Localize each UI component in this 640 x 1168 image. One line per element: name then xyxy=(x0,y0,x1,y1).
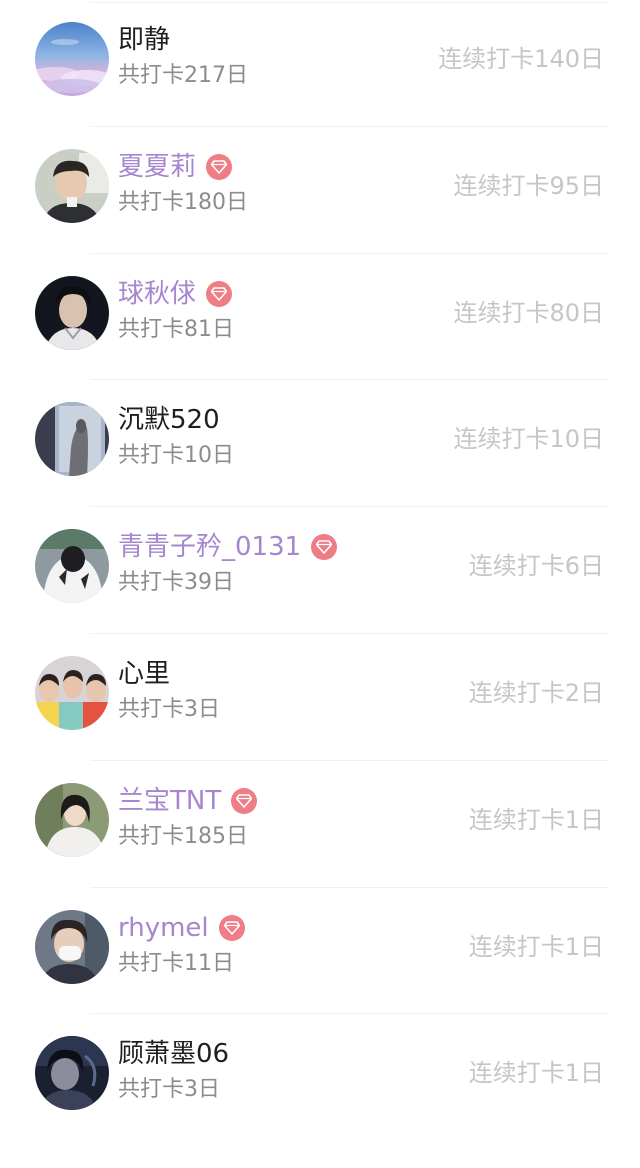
avatar-image xyxy=(35,402,109,477)
avatar-image xyxy=(35,22,109,96)
user-name[interactable]: 球秋俅 xyxy=(118,276,196,312)
streak-checkins: 连续打卡2日 xyxy=(468,678,604,707)
name-line: 心里 xyxy=(118,656,170,692)
list-item[interactable]: rhymel 共打卡11日 连续打卡1日 xyxy=(0,888,640,1015)
total-checkins: 共打卡39日 xyxy=(118,570,234,596)
user-name[interactable]: 兰宝TNT xyxy=(118,783,221,819)
user-name[interactable]: 青青子矜_0131 xyxy=(118,529,301,565)
name-line: rhymel xyxy=(118,910,245,946)
list-item[interactable]: 沉默520 共打卡10日 连续打卡10日 xyxy=(0,380,640,508)
user-name[interactable]: rhymel xyxy=(118,910,209,946)
total-checkins: 共打卡3日 xyxy=(118,696,220,722)
name-line: 球秋俅 xyxy=(118,276,233,312)
avatar[interactable] xyxy=(35,22,109,96)
name-line: 兰宝TNT xyxy=(118,783,258,819)
user-name[interactable]: 夏夏莉 xyxy=(118,149,196,185)
user-name[interactable]: 沉默520 xyxy=(118,402,220,438)
vip-diamond-icon xyxy=(311,534,338,561)
total-checkins: 共打卡81日 xyxy=(118,316,234,342)
avatar-image xyxy=(35,529,109,604)
list-item[interactable]: 夏夏莉 共打卡180日 连续打卡95日 xyxy=(0,127,640,254)
list-item[interactable]: 兰宝TNT 共打卡185日 连续打卡1日 xyxy=(0,761,640,888)
total-checkins: 共打卡185日 xyxy=(118,823,248,849)
list-item[interactable]: 青青子矜_0131 共打卡39日 连续打卡6日 xyxy=(0,507,640,634)
streak-checkins: 连续打卡95日 xyxy=(453,171,604,200)
avatar[interactable] xyxy=(35,655,109,730)
list-item[interactable]: 球秋俅 共打卡81日 连续打卡80日 xyxy=(0,254,640,381)
user-name[interactable]: 即静 xyxy=(118,22,170,58)
avatar[interactable] xyxy=(35,909,109,984)
vip-diamond-icon xyxy=(231,787,258,814)
vip-diamond-icon xyxy=(218,914,245,941)
checkin-ranking-list: 即静 共打卡217日 连续打卡140日 夏夏莉 共打卡180日 连续打卡95日 xyxy=(0,0,640,1141)
avatar-image xyxy=(35,655,109,730)
avatar-image xyxy=(35,909,109,984)
streak-checkins: 连续打卡1日 xyxy=(468,1059,604,1088)
list-item[interactable]: 顾萧墨06 共打卡3日 连续打卡1日 xyxy=(0,1014,640,1141)
vip-diamond-icon xyxy=(206,153,233,180)
user-name[interactable]: 顾萧墨06 xyxy=(118,1036,229,1072)
total-checkins: 共打卡180日 xyxy=(118,189,248,215)
avatar-image xyxy=(35,148,109,223)
total-checkins: 共打卡11日 xyxy=(118,950,234,976)
name-line: 即静 xyxy=(118,22,170,58)
total-checkins: 共打卡217日 xyxy=(118,63,248,88)
name-line: 沉默520 xyxy=(118,402,220,438)
name-line: 夏夏莉 xyxy=(118,149,233,185)
streak-checkins: 连续打卡140日 xyxy=(438,45,604,73)
avatar[interactable] xyxy=(35,148,109,223)
total-checkins: 共打卡3日 xyxy=(118,1077,220,1103)
streak-checkins: 连续打卡1日 xyxy=(468,805,604,834)
avatar[interactable] xyxy=(35,275,109,350)
avatar[interactable] xyxy=(35,1036,109,1111)
vip-diamond-icon xyxy=(206,280,233,307)
avatar[interactable] xyxy=(35,402,109,477)
list-item[interactable]: 心里 共打卡3日 连续打卡2日 xyxy=(0,634,640,761)
list-item[interactable]: 即静 共打卡217日 连续打卡140日 xyxy=(0,0,640,127)
avatar-image xyxy=(35,1036,109,1111)
avatar[interactable] xyxy=(35,782,109,857)
name-line: 青青子矜_0131 xyxy=(118,529,338,565)
streak-checkins: 连续打卡10日 xyxy=(453,425,604,454)
avatar-image xyxy=(35,782,109,857)
avatar[interactable] xyxy=(35,529,109,604)
user-name[interactable]: 心里 xyxy=(118,656,170,692)
name-line: 顾萧墨06 xyxy=(118,1036,229,1072)
avatar-image xyxy=(35,275,109,350)
total-checkins: 共打卡10日 xyxy=(118,443,234,469)
streak-checkins: 连续打卡1日 xyxy=(468,932,604,961)
streak-checkins: 连续打卡80日 xyxy=(453,298,604,327)
streak-checkins: 连续打卡6日 xyxy=(468,552,604,581)
